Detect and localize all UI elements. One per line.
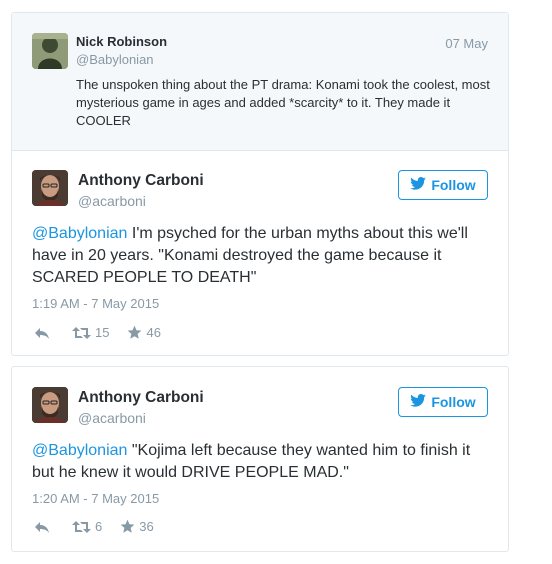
retweet-button[interactable]: 6 [72, 519, 102, 534]
mention-link[interactable]: @Babylonian [32, 442, 127, 459]
author-handle[interactable]: @acarboni [78, 410, 146, 426]
retweet-icon [72, 520, 91, 534]
favorite-count: 46 [146, 325, 161, 340]
follow-label: Follow [431, 394, 476, 410]
tweet-timestamp[interactable]: 1:20 AM - 7 May 2015 [32, 491, 159, 506]
retweet-count: 6 [95, 519, 103, 534]
tweet-timestamp[interactable]: 1:19 AM - 7 May 2015 [32, 296, 159, 311]
parent-tweet-date[interactable]: 07 May [445, 36, 488, 51]
favorite-star-icon [120, 519, 135, 534]
reply-icon [34, 326, 50, 340]
mention-link[interactable]: @Babylonian [32, 225, 127, 242]
favorite-button[interactable]: 36 [120, 519, 154, 534]
tweet-actions: 6 36 [34, 519, 172, 534]
avatar[interactable] [32, 387, 68, 423]
twitter-bird-icon [410, 177, 427, 193]
parent-tweet-text: The unspoken thing about the PT drama: K… [76, 77, 490, 128]
avatar[interactable] [32, 170, 68, 206]
follow-button[interactable]: Follow [398, 387, 488, 417]
embedded-tweet-card: Anthony Carboni @acarboni Follow @Babylo… [11, 366, 509, 552]
favorite-count: 36 [139, 519, 154, 534]
retweet-count: 15 [95, 325, 110, 340]
favorite-star-icon [127, 325, 142, 340]
favorite-button[interactable]: 46 [127, 325, 161, 340]
embedded-tweet-card: Nick Robinson @Babylonian 07 May The uns… [11, 12, 509, 356]
follow-button[interactable]: Follow [398, 170, 488, 200]
reply-button[interactable] [34, 520, 50, 534]
author-name[interactable]: Anthony Carboni [78, 389, 204, 407]
author-name[interactable]: Anthony Carboni [78, 172, 204, 190]
reply-icon [34, 520, 50, 534]
reply-button[interactable] [34, 326, 50, 340]
avatar[interactable] [32, 33, 68, 69]
twitter-bird-icon [410, 394, 427, 410]
parent-tweet[interactable]: Nick Robinson @Babylonian 07 May The uns… [12, 13, 508, 151]
tweet-text: @Babylonian "Kojima left because they wa… [32, 440, 492, 484]
tweet-text: @Babylonian I'm psyched for the urban my… [32, 223, 492, 289]
parent-author-name[interactable]: Nick Robinson [76, 34, 167, 49]
retweet-icon [72, 326, 91, 340]
tweet-actions: 15 46 [34, 325, 179, 340]
parent-author-handle[interactable]: @Babylonian [76, 52, 154, 67]
follow-label: Follow [431, 177, 476, 193]
author-handle[interactable]: @acarboni [78, 193, 146, 209]
retweet-button[interactable]: 15 [72, 325, 109, 340]
